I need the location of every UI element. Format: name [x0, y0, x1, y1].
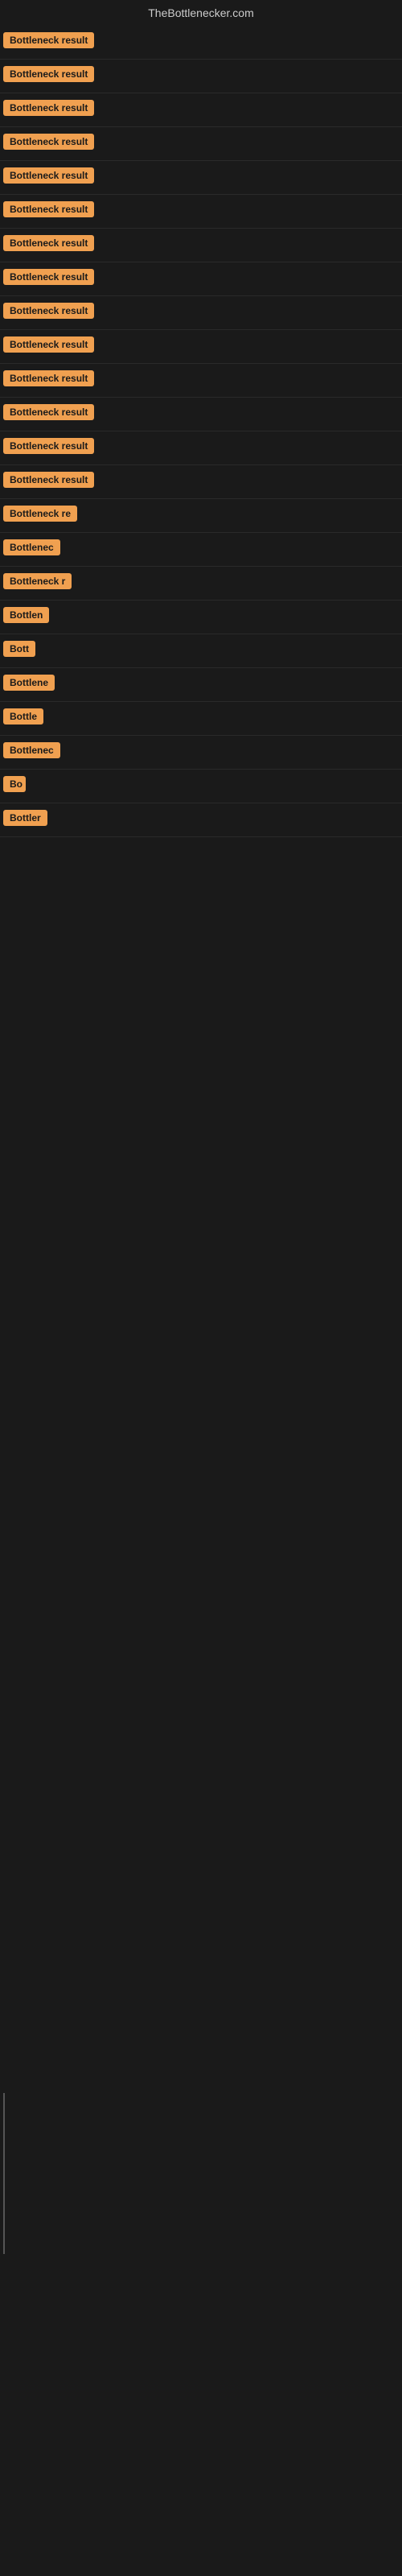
bottleneck-badge-9[interactable]: Bottleneck result	[3, 303, 94, 319]
result-row-16: Bottlenec	[0, 533, 402, 567]
bottleneck-badge-24[interactable]: Bottler	[3, 810, 47, 826]
bottleneck-badge-23[interactable]: Bo	[3, 776, 26, 792]
bottleneck-badge-4[interactable]: Bottleneck result	[3, 134, 94, 150]
result-row-8: Bottleneck result	[0, 262, 402, 296]
bottleneck-badge-2[interactable]: Bottleneck result	[3, 66, 94, 82]
result-row-22: Bottlenec	[0, 736, 402, 770]
result-row-15: Bottleneck re	[0, 499, 402, 533]
bottleneck-badge-12[interactable]: Bottleneck result	[3, 404, 94, 420]
result-row-18: Bottlen	[0, 601, 402, 634]
results-list: Bottleneck result Bottleneck result Bottle…	[0, 26, 402, 837]
result-row-2: Bottleneck result	[0, 60, 402, 93]
bottleneck-badge-10[interactable]: Bottleneck result	[3, 336, 94, 353]
site-header: TheBottlenecker.com	[0, 0, 402, 26]
bottleneck-badge-19[interactable]: Bott	[3, 641, 35, 657]
bottleneck-badge-18[interactable]: Bottlen	[3, 607, 49, 623]
bottleneck-badge-16[interactable]: Bottlenec	[3, 539, 60, 555]
result-row-23: Bo	[0, 770, 402, 803]
result-row-7: Bottleneck result	[0, 229, 402, 262]
bottleneck-badge-3[interactable]: Bottleneck result	[3, 100, 94, 116]
bottleneck-badge-1[interactable]: Bottleneck result	[3, 32, 94, 48]
result-row-9: Bottleneck result	[0, 296, 402, 330]
result-row-10: Bottleneck result	[0, 330, 402, 364]
result-row-13: Bottleneck result	[0, 431, 402, 465]
bottleneck-badge-6[interactable]: Bottleneck result	[3, 201, 94, 217]
result-row-17: Bottleneck r	[0, 567, 402, 601]
result-row-11: Bottleneck result	[0, 364, 402, 398]
result-row-19: Bott	[0, 634, 402, 668]
result-row-3: Bottleneck result	[0, 93, 402, 127]
bottleneck-badge-20[interactable]: Bottlene	[3, 675, 55, 691]
result-row-21: Bottle	[0, 702, 402, 736]
bottleneck-badge-21[interactable]: Bottle	[3, 708, 43, 724]
result-row-5: Bottleneck result	[0, 161, 402, 195]
result-row-12: Bottleneck result	[0, 398, 402, 431]
bottleneck-badge-15[interactable]: Bottleneck re	[3, 506, 77, 522]
bottleneck-badge-5[interactable]: Bottleneck result	[3, 167, 94, 184]
bottleneck-badge-17[interactable]: Bottleneck r	[3, 573, 72, 589]
result-row-6: Bottleneck result	[0, 195, 402, 229]
result-row-20: Bottlene	[0, 668, 402, 702]
bottleneck-badge-13[interactable]: Bottleneck result	[3, 438, 94, 454]
bottleneck-badge-7[interactable]: Bottleneck result	[3, 235, 94, 251]
bottleneck-badge-8[interactable]: Bottleneck result	[3, 269, 94, 285]
result-row-24: Bottler	[0, 803, 402, 837]
site-title: TheBottlenecker.com	[0, 0, 402, 26]
result-row-1: Bottleneck result	[0, 26, 402, 60]
vertical-line-decoration	[3, 2093, 5, 2254]
bottleneck-badge-22[interactable]: Bottlenec	[3, 742, 60, 758]
bottleneck-badge-11[interactable]: Bottleneck result	[3, 370, 94, 386]
bottleneck-badge-14[interactable]: Bottleneck result	[3, 472, 94, 488]
result-row-14: Bottleneck result	[0, 465, 402, 499]
result-row-4: Bottleneck result	[0, 127, 402, 161]
